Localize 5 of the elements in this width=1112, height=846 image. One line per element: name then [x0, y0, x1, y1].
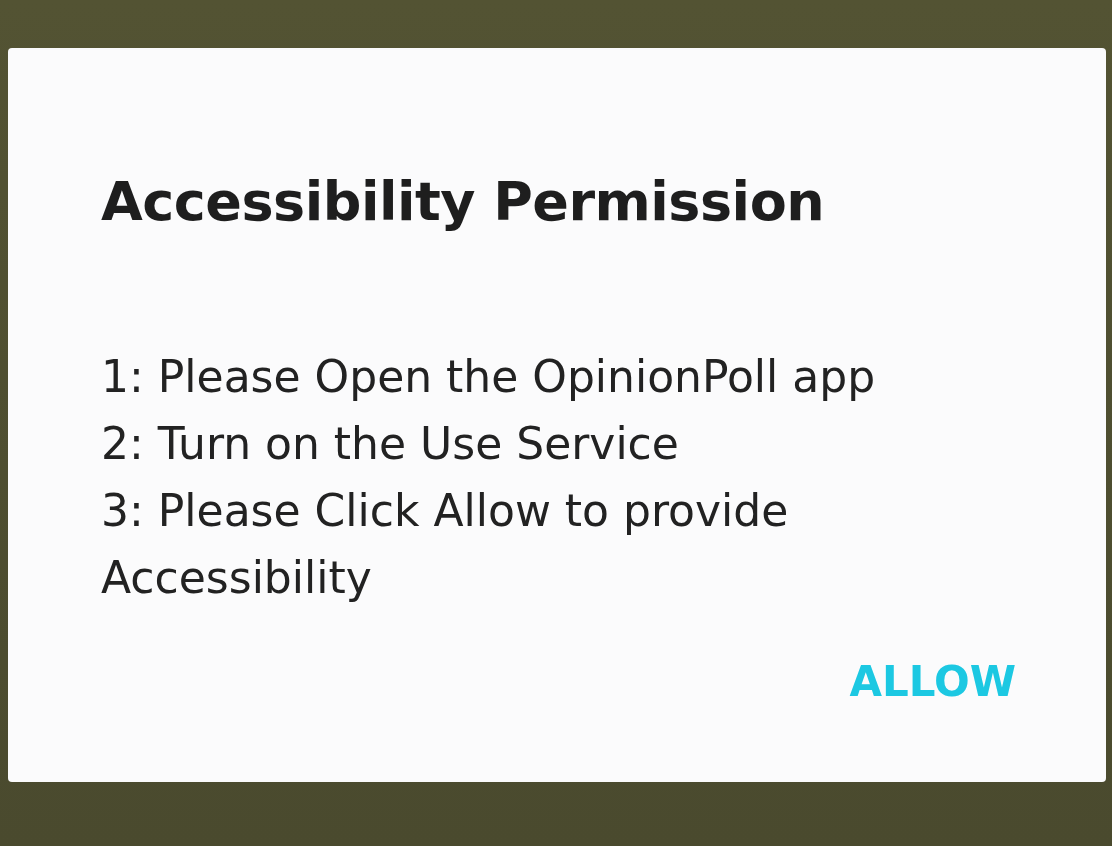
instruction-step: 2: Turn on the Use Service	[101, 409, 981, 477]
dialog-title: Accessibility Permission	[101, 170, 826, 235]
instruction-step: 1: Please Open the OpinionPoll app	[101, 342, 981, 410]
allow-button[interactable]: ALLOW	[843, 653, 1022, 710]
instruction-step: 3: Please Click Allow to provide Accessibility	[101, 476, 981, 611]
